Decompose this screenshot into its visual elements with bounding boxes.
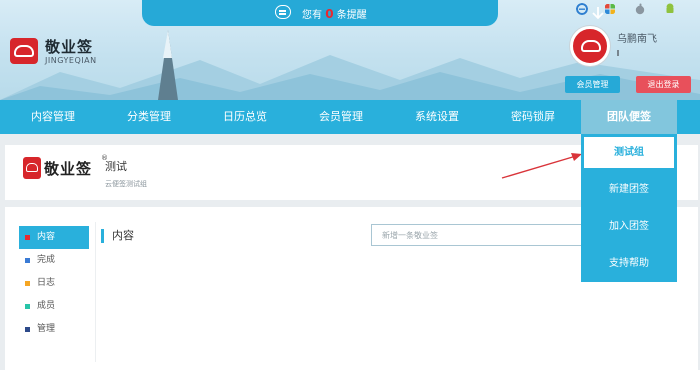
- nav-lockscreen[interactable]: 密码锁屏: [485, 100, 581, 134]
- bullet-icon: [25, 258, 30, 263]
- side-menu: 内容 完成 日志 成员 管理: [19, 226, 89, 341]
- logo-subtitle: JINGYEQIAN: [45, 56, 97, 65]
- username: 乌鹏南飞: [617, 34, 657, 45]
- side-item-label: 管理: [37, 324, 56, 334]
- windows-icon[interactable]: [604, 3, 616, 15]
- apple-icon[interactable]: [634, 3, 646, 15]
- nav-settings[interactable]: 系统设置: [389, 100, 485, 134]
- dropdown-item-test-group[interactable]: 测试组: [584, 137, 674, 168]
- team-dropdown: 测试组 新建团签 加入团签 支持帮助: [581, 134, 677, 282]
- new-note-input[interactable]: 新增一条敬业签: [371, 224, 589, 246]
- nav-members[interactable]: 会员管理: [293, 100, 389, 134]
- message-icon: [275, 5, 291, 19]
- annotation-arrow-icon: [501, 153, 582, 179]
- nav-team-notes[interactable]: 团队便签: [581, 100, 677, 134]
- nav-category[interactable]: 分类管理: [101, 100, 197, 134]
- bullet-icon: [25, 304, 30, 309]
- team-logo-name: 敬业签: [44, 160, 93, 178]
- team-title: 测试: [105, 160, 127, 173]
- reminder-text: 您有 0 条提醒: [302, 6, 367, 21]
- logout-button[interactable]: 退出登录: [636, 76, 691, 93]
- side-item-label: 完成: [37, 255, 56, 265]
- reminder-prefix: 您有: [302, 10, 322, 21]
- dropdown-item-join-team[interactable]: 加入团签: [581, 208, 677, 245]
- side-item-log[interactable]: 日志: [19, 272, 89, 295]
- side-item-label: 成员: [37, 301, 56, 311]
- side-item-label: 内容: [37, 232, 56, 242]
- side-item-done[interactable]: 完成: [19, 249, 89, 272]
- new-note-placeholder: 新增一条敬业签: [382, 231, 438, 240]
- ie-icon[interactable]: [576, 3, 588, 15]
- side-item-label: 日志: [37, 278, 56, 288]
- nav-content[interactable]: 内容管理: [5, 100, 101, 134]
- dropdown-item-help[interactable]: 支持帮助: [581, 245, 677, 282]
- reminder-suffix: 条提醒: [336, 10, 367, 21]
- logo-icon[interactable]: [10, 38, 38, 64]
- side-item-members[interactable]: 成员: [19, 295, 89, 318]
- logo-title: 敬业签: [45, 38, 94, 56]
- nav-calendar[interactable]: 日历总览: [197, 100, 293, 134]
- side-item-manage[interactable]: 管理: [19, 318, 89, 341]
- bullet-icon: [25, 327, 30, 332]
- user-status-marker: [617, 50, 619, 56]
- bullet-icon: [25, 281, 30, 286]
- header: 敬业签 JINGYEQIAN 您有 0 条提醒 乌鹏南飞 会员管理 退出登录: [0, 0, 700, 100]
- team-logo-icon: [23, 157, 41, 179]
- arrow-down-icon[interactable]: [591, 5, 605, 21]
- bullet-icon: [25, 235, 30, 240]
- team-logo: 敬业签 ®: [23, 154, 108, 186]
- reminder-count: 0: [325, 7, 334, 21]
- dropdown-item-new-team[interactable]: 新建团签: [581, 171, 677, 208]
- reminder-bar[interactable]: 您有 0 条提醒: [142, 0, 604, 26]
- section-title: 内容: [101, 229, 134, 243]
- android-icon[interactable]: [664, 3, 676, 15]
- member-management-button[interactable]: 会员管理: [565, 76, 620, 93]
- side-item-content[interactable]: 内容: [19, 226, 89, 249]
- main-nav: 内容管理 分类管理 日历总览 会员管理 系统设置 密码锁屏 团队便签: [0, 100, 700, 134]
- divider: [95, 222, 96, 362]
- team-description: 云便签测试组: [105, 180, 147, 188]
- avatar[interactable]: [570, 26, 610, 66]
